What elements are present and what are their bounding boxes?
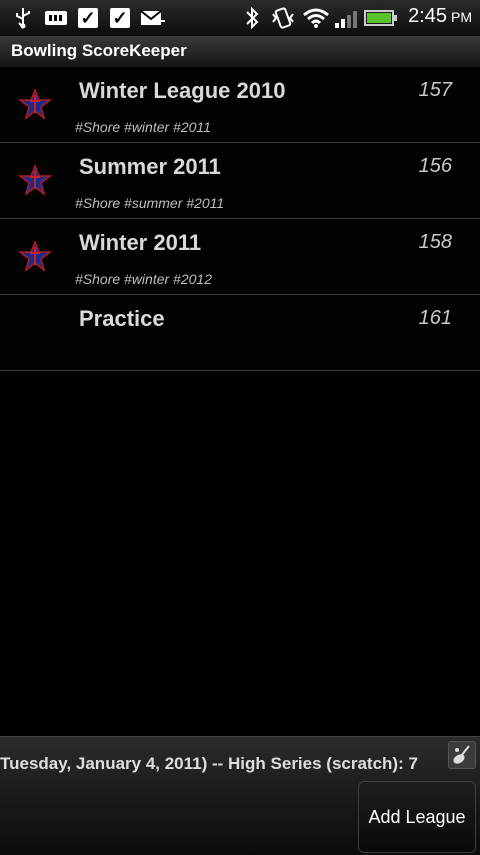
league-average: 161 (418, 307, 452, 329)
league-name: Practice (79, 306, 165, 331)
battery-icon (364, 6, 398, 30)
league-row[interactable]: Practice 161 (0, 295, 480, 371)
league-average: 156 (418, 155, 452, 177)
league-name: Winter League 2010 (79, 78, 286, 103)
league-name: Summer 2011 (79, 154, 221, 179)
check-icon: ✓ (76, 6, 100, 30)
footer-bar: Tuesday, January 4, 2011) -- High Series… (0, 736, 480, 855)
league-row[interactable]: Winter 2011 158 #Shore #winter #2012 (0, 219, 480, 295)
broom-icon[interactable] (448, 741, 476, 769)
app-title-bar: Bowling ScoreKeeper (0, 36, 480, 68)
clock-ampm: PM (451, 9, 472, 25)
star-icon (17, 163, 53, 197)
league-average: 158 (418, 231, 452, 253)
signal-icon (334, 6, 362, 30)
star-icon (17, 239, 53, 273)
usb-icon (12, 6, 34, 30)
league-tags: #Shore #winter #2012 (75, 271, 212, 287)
league-row[interactable]: Summer 2011 156 #Shore #summer #2011 (0, 143, 480, 219)
league-list: Winter League 2010 157 #Shore #winter #2… (0, 67, 480, 371)
check-icon: ✓ (108, 6, 132, 30)
wifi-icon (302, 6, 330, 30)
mail-icon (140, 6, 166, 30)
league-tags: #Shore #summer #2011 (75, 195, 225, 211)
vibrate-icon (270, 6, 296, 30)
star-icon (17, 87, 53, 121)
stats-ticker: Tuesday, January 4, 2011) -- High Series… (0, 754, 418, 773)
clock: 2:45 PM (408, 5, 472, 28)
league-tags: #Shore #winter #2011 (75, 119, 211, 135)
league-row[interactable]: Winter League 2010 157 #Shore #winter #2… (0, 67, 480, 143)
status-bar: ✓ ✓ 2:45 PM (0, 0, 480, 37)
league-average: 157 (418, 79, 452, 101)
clock-time: 2:45 (408, 5, 447, 27)
add-league-button[interactable]: Add League (358, 781, 476, 853)
league-name: Winter 2011 (79, 230, 202, 255)
bluetooth-icon (242, 6, 262, 30)
app-title: Bowling ScoreKeeper (11, 41, 187, 60)
sd-card-icon (44, 6, 68, 30)
